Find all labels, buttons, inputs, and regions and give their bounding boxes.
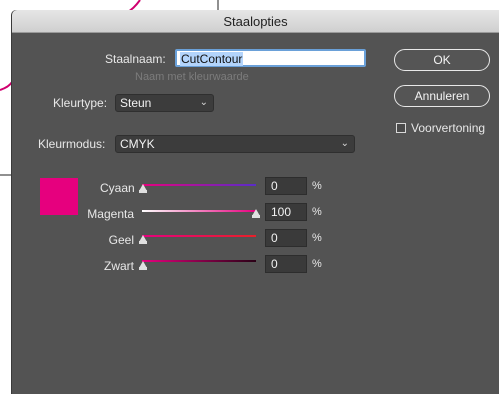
black-slider-track[interactable] xyxy=(142,260,256,262)
magenta-percent-label: % xyxy=(312,206,322,218)
color-mode-label: Kleurmodus: xyxy=(38,137,106,151)
yellow-thumb-base xyxy=(139,241,147,244)
color-type-select[interactable]: Steun ⌄ xyxy=(115,94,214,112)
black-value-input[interactable]: 0 xyxy=(265,255,307,273)
cancel-button[interactable]: Annuleren xyxy=(394,85,490,107)
black-percent-label: % xyxy=(312,258,322,270)
color-type-label: Kleurtype: xyxy=(53,96,108,110)
name-with-color-value-checkbox-label: Naam met kleurwaarde xyxy=(135,71,249,83)
magenta-thumb-base xyxy=(252,215,260,218)
dialog-title: Staalopties xyxy=(223,14,288,29)
yellow-value-input[interactable]: 0 xyxy=(265,229,307,247)
title-bar[interactable]: Staalopties xyxy=(12,10,499,33)
swatch-name-label: Staalnaam: xyxy=(105,52,166,66)
swatch-name-input[interactable]: CutContour xyxy=(175,49,366,67)
yellow-slider-track[interactable] xyxy=(142,235,256,237)
yellow-label: Geel xyxy=(108,233,134,247)
color-mode-select[interactable]: CMYK ⌄ xyxy=(115,135,355,153)
color-mode-value: CMYK xyxy=(120,137,155,151)
ok-button[interactable]: OK xyxy=(394,49,490,71)
magenta-slider-track[interactable] xyxy=(142,210,256,212)
cyan-value-input[interactable]: 0 xyxy=(265,177,307,195)
cyan-thumb-base xyxy=(139,190,147,193)
chevron-down-icon: ⌄ xyxy=(340,138,349,149)
color-preview-swatch xyxy=(40,178,78,215)
cyan-label: Cyaan xyxy=(100,181,135,195)
cyan-slider-track[interactable] xyxy=(142,184,256,186)
black-thumb-base xyxy=(139,267,147,270)
black-label: Zwart xyxy=(104,259,134,273)
chevron-down-icon: ⌄ xyxy=(199,97,208,108)
color-type-value: Steun xyxy=(120,96,152,110)
swatch-name-value: CutContour xyxy=(180,52,244,66)
cyan-percent-label: % xyxy=(312,180,322,192)
magenta-label: Magenta xyxy=(87,207,134,221)
magenta-value-input[interactable]: 100 xyxy=(265,203,307,221)
preview-label: Voorvertoning xyxy=(411,121,486,135)
swatch-options-dialog: Staalopties Staalnaam: CutContour Naam m… xyxy=(12,10,499,394)
preview-checkbox[interactable] xyxy=(396,123,406,133)
yellow-percent-label: % xyxy=(312,232,322,244)
